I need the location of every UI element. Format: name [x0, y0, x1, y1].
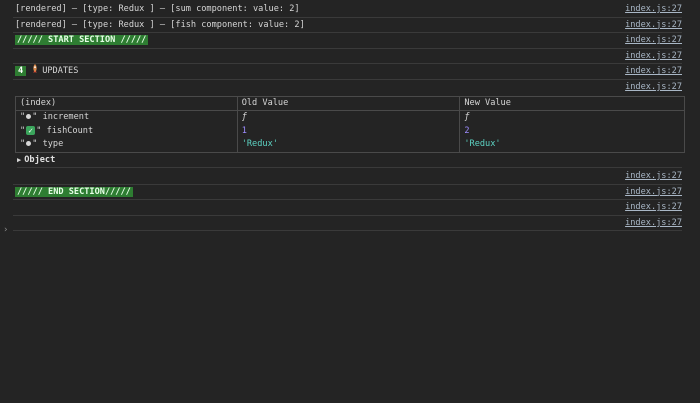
source-link[interactable]: index.js:27 — [625, 200, 682, 215]
object-expander[interactable]: ▶ Object — [17, 153, 682, 168]
start-section-row: ///// START SECTION ///// index.js:27 — [13, 33, 682, 49]
console-table: (index) Old Value New Value " " increment… — [15, 95, 685, 153]
chevron-right-icon: › — [3, 225, 9, 235]
object-label[interactable]: Object — [24, 155, 55, 165]
empty-log-row: index.js:27 — [13, 216, 682, 232]
column-header-old-value[interactable]: Old Value — [236, 95, 461, 112]
table-cell-new: 2 — [459, 124, 685, 139]
table-row: " ✓ " fishCount 1 2 — [15, 124, 685, 139]
log-message: [rendered] – [type: Redux ] – [sum compo… — [15, 4, 300, 14]
updates-label: UPDATES — [42, 66, 79, 77]
devtools-console: [rendered] – [type: Redux ] – [sum compo… — [0, 2, 700, 403]
rocket-icon — [30, 64, 39, 79]
table-cell-index: " ✓ " fishCount — [15, 124, 238, 139]
table-cell-old: 'Redux' — [236, 138, 461, 153]
source-link[interactable]: index.js:27 — [625, 64, 682, 79]
source-link[interactable]: index.js:27 — [625, 169, 682, 184]
source-link[interactable]: index.js:27 — [625, 216, 682, 231]
start-section-tag: ///// START SECTION ///// — [15, 35, 149, 46]
console-prompt[interactable]: › — [3, 225, 8, 235]
table-row: " " type 'Redux' 'Redux' — [15, 138, 685, 153]
row-key: fishCount — [46, 125, 94, 136]
table-cell-new: 'Redux' — [459, 138, 685, 153]
updates-row: 4 UPDATES index.js:27 — [13, 64, 682, 80]
source-link[interactable]: index.js:27 — [625, 49, 682, 64]
table-cell-old: 1 — [236, 124, 461, 139]
dot-icon — [26, 114, 32, 120]
empty-log-row: index.js:27 — [13, 200, 682, 216]
repeat-count-badge: 4 — [15, 66, 27, 77]
table-cell-index: " " increment — [15, 110, 238, 125]
table-row: " " increment ƒ ƒ — [15, 110, 685, 125]
log-message: [rendered] – [type: Redux ] – [fish comp… — [15, 19, 305, 30]
source-link[interactable]: index.js:27 — [625, 185, 682, 200]
log-row: [rendered] – [type: Redux ] – [fish comp… — [13, 18, 682, 34]
dot-icon — [26, 141, 32, 147]
updates-table: (index) Old Value New Value " " increment… — [15, 95, 685, 153]
source-link[interactable]: index.js:27 — [625, 33, 682, 48]
empty-log-row: index.js:27 — [13, 169, 682, 185]
table-header-row: (index) Old Value New Value — [15, 95, 685, 112]
triangle-right-icon[interactable]: ▶ — [17, 153, 21, 167]
table-cell-index: " " type — [15, 138, 238, 153]
end-section-row: ///// END SECTION///// index.js:27 — [13, 185, 682, 201]
row-key: type — [42, 139, 64, 150]
column-header-new-value[interactable]: New Value — [459, 95, 685, 112]
check-icon: ✓ — [26, 125, 36, 135]
end-section-tag: ///// END SECTION///// — [15, 186, 133, 197]
column-header-index[interactable]: (index) — [15, 95, 238, 112]
table-cell-old: ƒ — [236, 110, 461, 125]
rocket-icon — [33, 64, 37, 74]
empty-log-row: index.js:27 — [13, 49, 682, 65]
table-log-row: index.js:27 — [13, 80, 682, 95]
source-link[interactable]: index.js:27 — [625, 80, 682, 95]
source-link[interactable]: index.js:27 — [625, 2, 682, 17]
table-cell-new: ƒ — [459, 110, 685, 125]
source-link[interactable]: index.js:27 — [625, 18, 682, 33]
row-key: increment — [42, 112, 90, 123]
log-row: [rendered] – [type: Redux ] – [sum compo… — [13, 2, 682, 18]
